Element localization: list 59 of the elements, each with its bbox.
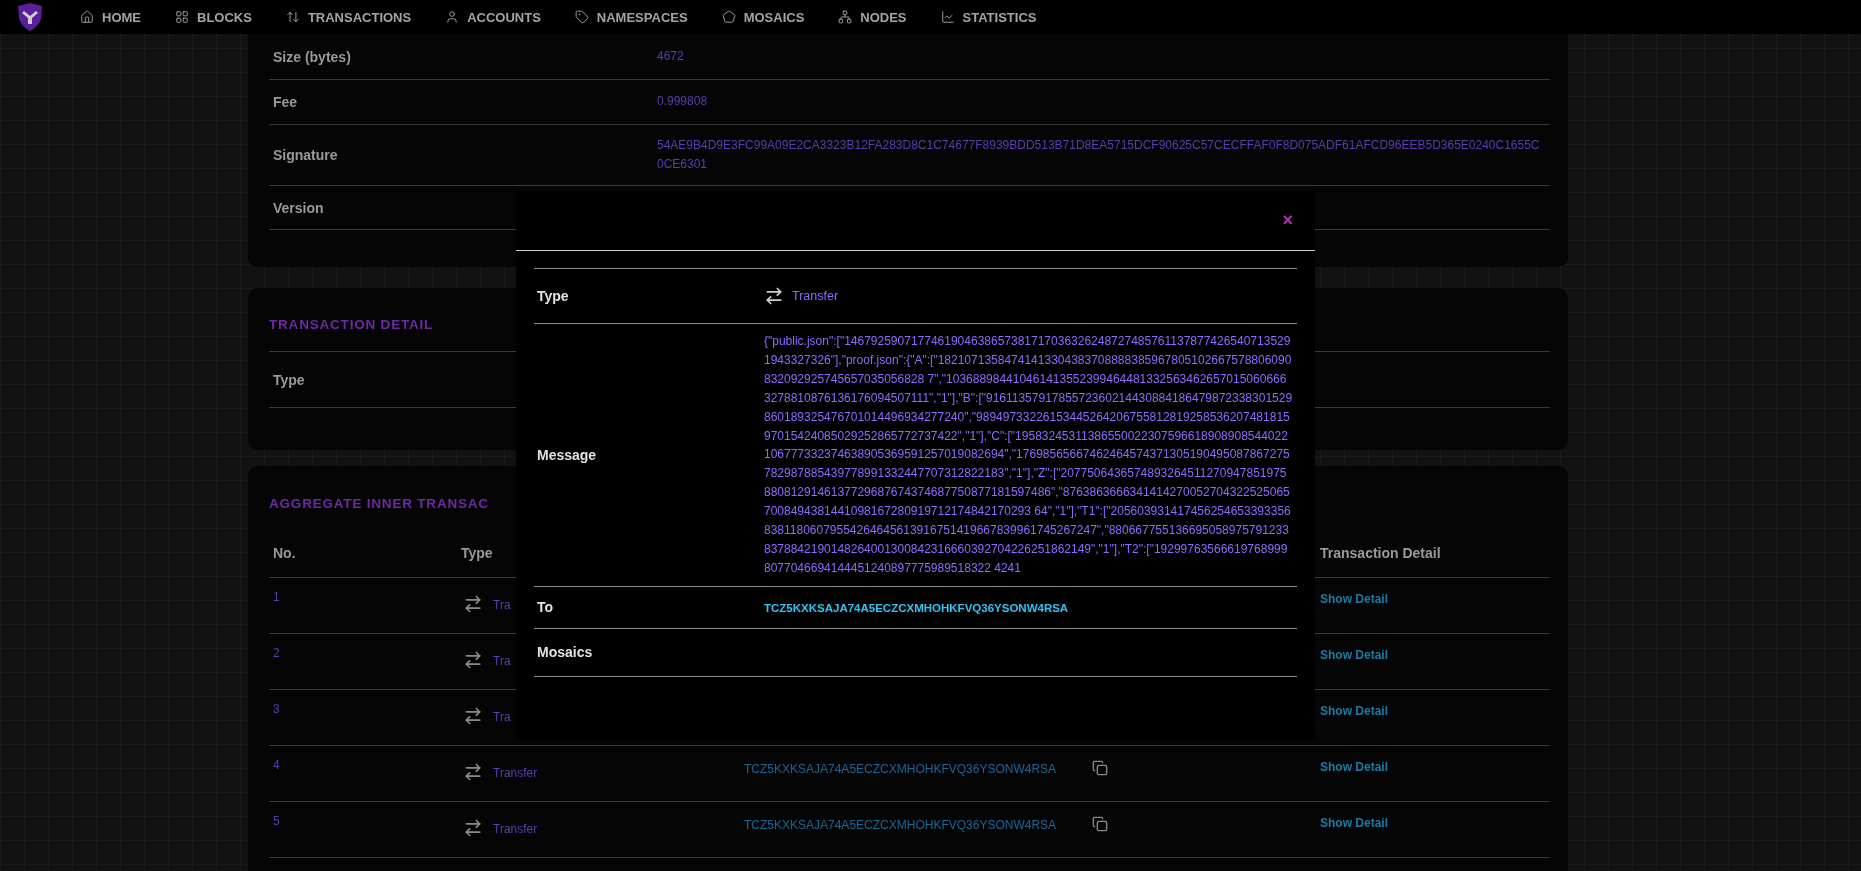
section-title: TRANSACTION DETAIL: [269, 317, 434, 333]
nav-link[interactable]: ACCOUNTS: [445, 9, 541, 25]
nav-link[interactable]: NAMESPACES: [574, 9, 688, 25]
transfer-icon: [463, 650, 483, 670]
row-number: 2: [273, 646, 280, 660]
copy-icon[interactable]: [1092, 816, 1108, 832]
show-detail-link[interactable]: Show Detail: [1320, 704, 1388, 718]
field-label: To: [536, 599, 555, 616]
type-label: Tra: [493, 654, 511, 668]
show-detail-link[interactable]: Show Detail: [1320, 816, 1388, 830]
home-icon: [80, 10, 94, 24]
nav-link[interactable]: NODES: [838, 9, 907, 25]
transfer-icon: [764, 286, 784, 306]
column-header: No.: [269, 528, 457, 578]
column-header: Transaction Detail: [1316, 528, 1550, 578]
type-label: Tra: [493, 710, 511, 724]
transfer-icon: [463, 706, 483, 726]
field-value: 4672: [657, 47, 685, 65]
show-detail-link[interactable]: Show Detail: [1320, 648, 1388, 662]
transfer-icon: [463, 594, 483, 614]
field-label: Type: [272, 371, 306, 388]
pentagon-icon: [721, 10, 736, 24]
type-value: Transfer: [792, 289, 839, 303]
field-label: Type: [536, 288, 570, 304]
transfer-icon: [463, 762, 483, 782]
field-label: Mosaics: [536, 644, 594, 661]
grid-icon: [175, 10, 189, 24]
row-number: 1: [273, 590, 280, 604]
type-label: Transfer: [493, 766, 538, 780]
field-label: Size (bytes): [272, 48, 352, 65]
user-icon: [445, 10, 460, 24]
section-title: AGGREGATE INNER TRANSAC: [269, 496, 489, 512]
field-value: 0.999808: [657, 93, 709, 111]
field-label: Signature: [272, 147, 339, 163]
show-detail-link[interactable]: Show Detail: [1320, 760, 1388, 774]
row-number: 5: [273, 814, 280, 828]
transfer-icon: [463, 818, 483, 838]
chart-icon: [940, 10, 955, 24]
row-number: 4: [273, 758, 280, 772]
field-label: Fee: [272, 94, 299, 110]
tag-icon: [574, 10, 589, 24]
field-value: 54AE9B4D9E3FC99A09E2CA3323B12FA283D8C1C74677F8939BDD513B71D8EA5715DCF90625C57CECFFAF0F8D075ADF61AFCD96EEB5D365E0240C1655C0CE6301: [657, 136, 1541, 173]
close-button[interactable]: ×: [1278, 209, 1297, 231]
type-label: Transfer: [493, 822, 538, 836]
copy-icon[interactable]: [1092, 760, 1108, 776]
nav-link[interactable]: BLOCKS: [175, 9, 252, 25]
network-icon: [838, 10, 853, 24]
message-text: {"public.json":["14679259071774619046386573817170363262487274857611378774265407135291943327326"],"proof.json":{"A":["18210713584741413304383708888385967805102667578806090832092925745657035056828 7","1036889844104614135523994644813325634626570150606663278810876136176094507111","1"],"B":["9161135791785572360214430884186479872338301529860189325476701014496934277240","9894973322615344526420675581281925853620748181597015424085029252865772737422","1"],"C":["19583245311386550022307596618908908544022106777332374638905369591257019082694","17698565667462464574371305190495087867275782987885439778991332447707312822183","1"],"Z":["20775064365748932645112709478519758808129146137729687674374687750877181597486","87638636663414142700527043225250657008494381441098167280919712174842170293 64","1"],"T1":["20560393141745625465339335683811806079554264645613916751419667839961745267247","8806677551366950589757912338378842190148264001300842316660392704226251862149","1"],"T2":["192997635666197689998077046694144451240897775989518322 4241: [764, 333, 1294, 577]
show-detail-link[interactable]: Show Detail: [1320, 592, 1388, 606]
nav-link[interactable]: TRANSACTIONS: [285, 9, 412, 25]
field-label: Message: [536, 446, 598, 463]
row-number: 3: [273, 702, 280, 716]
nav-link[interactable]: HOME: [80, 9, 141, 25]
address-link[interactable]: TCZ5KXKSAJA74A5ECZCXMHOHKFVQ36YSONW4RSA: [764, 602, 1069, 615]
arrows-icon: [285, 10, 300, 24]
field-label: Version: [272, 199, 325, 216]
type-label: Tra: [493, 598, 511, 612]
nav-link[interactable]: STATISTICS: [940, 9, 1037, 25]
nav-link[interactable]: MOSAICS: [721, 9, 805, 25]
